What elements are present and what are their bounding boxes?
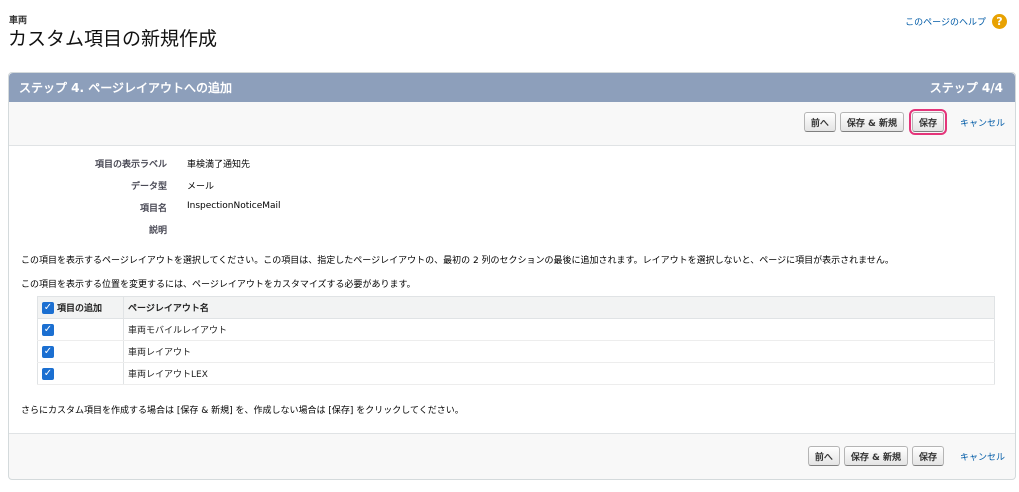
row-checkbox[interactable]: ✓ (42, 345, 54, 358)
field-label: 項目の表示ラベル (94, 160, 167, 170)
layout-name-header: ページレイアウト名 (123, 296, 995, 319)
help-icon[interactable]: ? (992, 14, 1007, 29)
header-add-label: 項目の追加 (57, 303, 103, 314)
info-text: この項目を表示するページレイアウトを選択してください。この項目は、指定したページ… (21, 256, 894, 266)
page-title: カスタム項目の新規作成 (8, 28, 218, 50)
bottom-button-row: 前へ 保存 & 新規 保存 キャンセル (807, 446, 1005, 466)
add-all-header[interactable]: ✓ 項目の追加 (37, 296, 124, 319)
table-row: ✓ 車両レイアウト (37, 340, 995, 363)
field-value: メール (187, 182, 215, 192)
field-value: InspectionNoticeMail (187, 201, 281, 211)
info-text: この項目を表示する位置を変更するには、ページレイアウトをカスタマイズする必要があ… (21, 280, 416, 290)
step-title: ステップ 4. ページレイアウトへの追加 (19, 81, 233, 95)
field-row-desc: 説明 (9, 223, 187, 236)
field-row-label: 項目の表示ラベル 車検満了通知先 (9, 157, 250, 170)
field-row-name: 項目名 InspectionNoticeMail (9, 201, 281, 214)
field-value: 車検満了通知先 (187, 160, 251, 170)
help-link[interactable]: このページのヘルプ (905, 15, 986, 28)
save-button[interactable]: 保存 (908, 109, 947, 135)
layout-name: 車両レイアウト (123, 340, 995, 363)
field-label: 項目名 (139, 204, 167, 214)
step-panel: ステップ 4. ページレイアウトへの追加 ステップ 4/4 前へ 保存 & 新規… (8, 72, 1016, 480)
save-new-button[interactable]: 保存 & 新規 (839, 112, 904, 132)
top-button-row: 前へ 保存 & 新規 保存 キャンセル (803, 109, 1005, 135)
row-checkbox[interactable]: ✓ (42, 367, 54, 380)
step-header: ステップ 4. ページレイアウトへの追加 ステップ 4/4 (9, 73, 1015, 102)
save-button[interactable]: 保存 (911, 446, 944, 466)
divider (9, 433, 1015, 434)
table-row: ✓ 車両モバイルレイアウト (37, 318, 995, 341)
layout-table: ✓ 項目の追加 ページレイアウト名 ✓ 車両モバイルレイアウト ✓ 車両レイアウト… (37, 296, 995, 385)
cancel-link[interactable]: キャンセル (960, 450, 1005, 463)
field-label: データ型 (130, 182, 167, 192)
footer-info: さらにカスタム項目を作成する場合は [保存 & 新規] を、作成しない場合は [… (21, 406, 464, 416)
save-new-button[interactable]: 保存 & 新規 (843, 446, 908, 466)
prev-button[interactable]: 前へ (803, 112, 836, 132)
help-area: このページのヘルプ ? (905, 14, 1007, 29)
field-row-type: データ型 メール (9, 179, 214, 192)
layout-name: 車両モバイルレイアウト (123, 318, 995, 341)
field-label: 説明 (148, 226, 167, 236)
table-header: ✓ 項目の追加 ページレイアウト名 (37, 296, 995, 319)
layout-name: 車両レイアウトLEX (123, 362, 995, 385)
cancel-link[interactable]: キャンセル (960, 116, 1005, 129)
row-checkbox[interactable]: ✓ (42, 323, 54, 336)
divider (9, 145, 1015, 146)
check-icon[interactable]: ✓ (42, 302, 54, 315)
table-row: ✓ 車両レイアウトLEX (37, 362, 995, 385)
step-counter: ステップ 4/4 (929, 81, 1003, 95)
prev-button[interactable]: 前へ (807, 446, 840, 466)
